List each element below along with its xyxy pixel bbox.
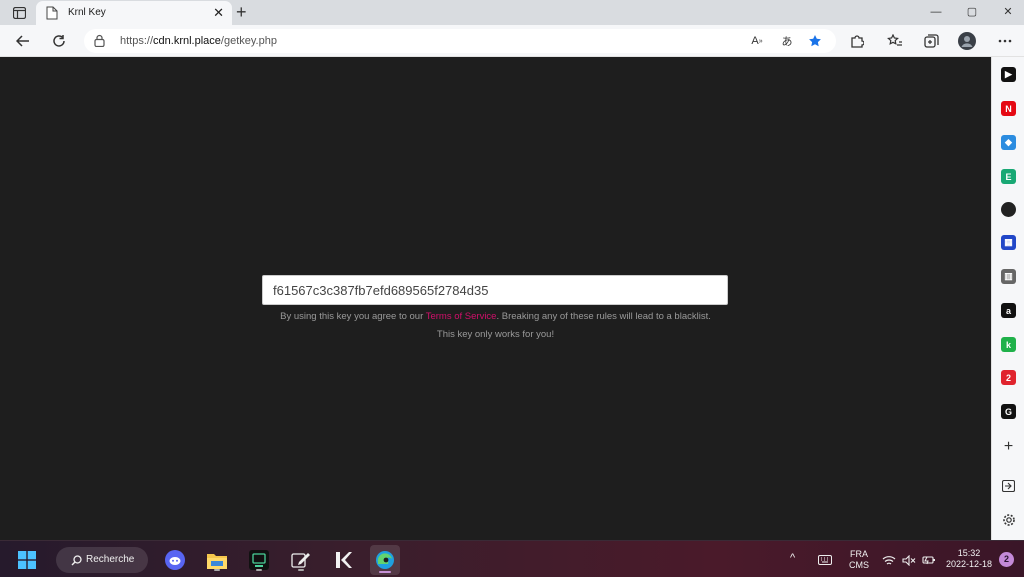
pen-app-icon[interactable] bbox=[288, 547, 314, 573]
green-k-icon[interactable]: k bbox=[1001, 337, 1016, 352]
windows-taskbar: Recherche ^ FRA CMS 15:32 2022-12-18 2 bbox=[0, 540, 1024, 577]
settings-more-button[interactable] bbox=[994, 31, 1016, 51]
calendar-icon[interactable]: ▥ bbox=[1001, 269, 1016, 284]
page-content: By using this key you agree to our Terms… bbox=[0, 57, 991, 540]
refresh-icon bbox=[53, 35, 65, 47]
sidebar-settings-gear-icon[interactable] bbox=[1001, 512, 1016, 527]
more-dots-icon bbox=[998, 39, 1012, 43]
app-icon-green-e[interactable]: E bbox=[1001, 169, 1016, 184]
input-method: CMS bbox=[849, 560, 869, 570]
running-indicator bbox=[214, 569, 220, 571]
address-bar[interactable]: https://cdn.krnl.place/getkey.php A» あ bbox=[84, 29, 836, 53]
key-input[interactable] bbox=[262, 275, 728, 305]
extensions-button[interactable] bbox=[846, 31, 868, 51]
taskbar-search[interactable]: Recherche bbox=[56, 547, 148, 573]
wifi-icon[interactable] bbox=[878, 547, 900, 573]
agreement-prefix: By using this key you agree to our bbox=[280, 311, 426, 322]
tab-close-icon[interactable]: ✕ bbox=[213, 6, 224, 19]
translate-icon[interactable]: あ bbox=[778, 33, 796, 49]
netflix-icon[interactable]: N bbox=[1001, 101, 1016, 116]
minimize-button[interactable]: — bbox=[926, 4, 946, 20]
collections-icon bbox=[923, 34, 939, 48]
profile-button[interactable] bbox=[956, 31, 978, 51]
terminal-app-icon[interactable] bbox=[246, 547, 272, 573]
language-code: FRA bbox=[850, 549, 868, 559]
grammarly-icon[interactable]: G bbox=[1001, 404, 1016, 419]
edge-taskbar-icon[interactable] bbox=[370, 545, 400, 575]
back-button[interactable] bbox=[12, 31, 34, 51]
running-indicator bbox=[256, 569, 262, 571]
battery-icon[interactable] bbox=[918, 547, 940, 573]
favorites-button[interactable] bbox=[884, 31, 906, 51]
notification-badge[interactable]: 2 bbox=[999, 552, 1014, 567]
clock-date: 2022-12-18 bbox=[945, 559, 993, 569]
lock-icon[interactable] bbox=[94, 34, 105, 47]
dark-circle-icon[interactable] bbox=[1001, 202, 1016, 217]
collections-button[interactable] bbox=[920, 31, 942, 51]
agreement-text: By using this key you agree to our Terms… bbox=[0, 311, 991, 322]
refresh-button[interactable] bbox=[48, 31, 70, 51]
tab-actions-menu-icon[interactable] bbox=[8, 4, 30, 21]
terms-of-service-link[interactable]: Terms of Service bbox=[426, 311, 497, 322]
agreement-suffix: . Breaking any of these rules will lead … bbox=[496, 311, 711, 322]
language-indicator[interactable]: FRA CMS bbox=[846, 549, 872, 571]
running-indicator bbox=[379, 571, 391, 573]
windows-logo-icon bbox=[18, 551, 36, 569]
page-icon bbox=[46, 6, 58, 20]
black-app-icon[interactable]: a bbox=[1001, 303, 1016, 318]
krnl-app-icon[interactable] bbox=[330, 547, 356, 573]
back-arrow-icon bbox=[16, 35, 29, 47]
url-path: /getkey.php bbox=[220, 35, 277, 47]
browser-tab[interactable]: Krnl Key ✕ bbox=[36, 1, 232, 25]
tab-title: Krnl Key bbox=[68, 7, 106, 18]
url-host: cdn.krnl.place bbox=[153, 35, 221, 47]
discord-taskbar-icon[interactable] bbox=[162, 547, 188, 573]
show-hidden-icons-chevron-icon[interactable]: ^ bbox=[790, 553, 795, 564]
start-button[interactable] bbox=[14, 547, 40, 573]
app-icon-blue-diamond[interactable]: ◆ bbox=[1001, 135, 1016, 150]
clock-time: 15:32 bbox=[957, 548, 981, 558]
youtube-icon[interactable]: ▶ bbox=[1001, 67, 1016, 82]
tab-strip: Krnl Key ✕ + — ▢ ✕ bbox=[0, 0, 1024, 25]
favorite-star-icon[interactable] bbox=[806, 33, 824, 49]
maximize-button[interactable]: ▢ bbox=[962, 4, 982, 20]
favorites-list-icon bbox=[887, 34, 902, 46]
sidebar-collapse-icon[interactable] bbox=[1001, 478, 1016, 493]
url-scheme: https:// bbox=[120, 35, 154, 47]
puzzle-icon bbox=[851, 35, 864, 48]
key-notice: This key only works for you! bbox=[436, 329, 555, 340]
browser-toolbar: https://cdn.krnl.place/getkey.php A» あ bbox=[0, 25, 1024, 57]
new-tab-button[interactable]: + bbox=[236, 2, 247, 22]
clock[interactable]: 15:32 2022-12-18 bbox=[944, 548, 994, 570]
edge-sidebar: ▶ N ◆ E ▦ ▥ a k 2 G + bbox=[991, 57, 1024, 540]
url-text[interactable]: https://cdn.krnl.place/getkey.php bbox=[120, 35, 277, 47]
search-icon bbox=[71, 555, 82, 566]
volume-muted-icon[interactable] bbox=[898, 547, 920, 573]
sidebar-add-icon[interactable]: + bbox=[1001, 438, 1016, 455]
search-label: Recherche bbox=[86, 554, 135, 565]
keyboard-icon[interactable] bbox=[814, 547, 836, 573]
grid-app-icon[interactable]: ▦ bbox=[1001, 235, 1016, 250]
running-indicator bbox=[298, 569, 304, 571]
file-explorer-icon[interactable] bbox=[204, 547, 230, 573]
read-aloud-icon[interactable]: A» bbox=[748, 33, 766, 49]
close-window-button[interactable]: ✕ bbox=[998, 4, 1018, 20]
avatar bbox=[958, 32, 976, 50]
red-2-icon[interactable]: 2 bbox=[1001, 370, 1016, 385]
